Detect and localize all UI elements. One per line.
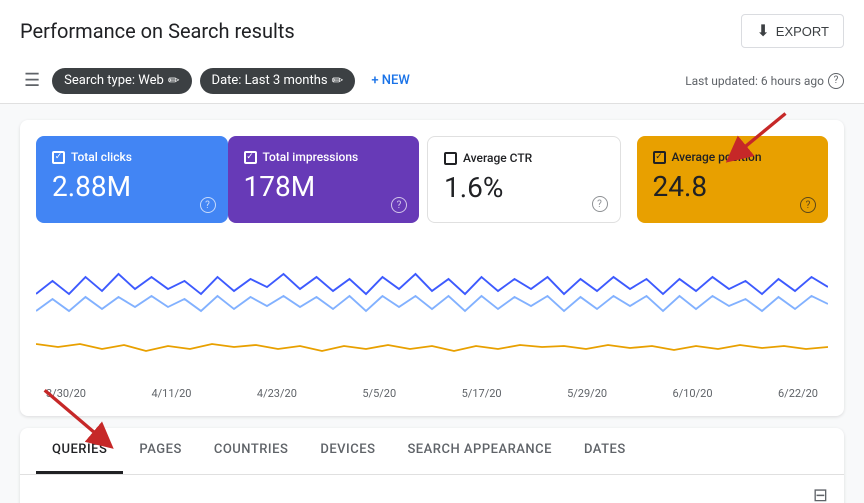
page-title: Performance on Search results: [20, 19, 295, 43]
impressions-help-icon[interactable]: ?: [391, 197, 407, 213]
x-label-3: 5/5/20: [362, 387, 396, 400]
performance-card: Total clicks 2.88M ? Total impressions 1…: [20, 120, 844, 416]
metric-tile-position[interactable]: Average position 24.8 ?: [637, 136, 829, 223]
clicks-label-row: Total clicks: [52, 150, 212, 164]
tabs-section: QUERIES PAGES COUNTRIES DEVICES SEARCH A…: [20, 428, 844, 503]
position-label-row: Average position: [653, 150, 813, 164]
ctr-value: 1.6%: [444, 171, 604, 204]
help-icon[interactable]: ?: [828, 73, 844, 89]
metric-tile-clicks[interactable]: Total clicks 2.88M ?: [36, 136, 228, 223]
metric-tile-impressions[interactable]: Total impressions 178M ?: [228, 136, 420, 223]
page-wrapper: Performance on Search results ⬇ EXPORT ☰…: [0, 0, 864, 503]
impressions-value: 178M: [244, 170, 404, 203]
impressions-label-row: Total impressions: [244, 150, 404, 164]
x-label-7: 6/22/20: [778, 387, 818, 400]
ctr-checkbox: [444, 152, 457, 165]
search-type-edit-icon: ✏: [168, 73, 180, 89]
new-label: + NEW: [371, 73, 409, 88]
tab-dates[interactable]: DATES: [568, 428, 642, 474]
toolbar-right: Last updated: 6 hours ago ?: [685, 73, 844, 89]
position-help-icon[interactable]: ?: [800, 197, 816, 213]
filter-rows-icon[interactable]: ⊟: [813, 485, 828, 503]
tabs-actions: ⊟: [20, 475, 844, 503]
export-button[interactable]: ⬇ EXPORT: [741, 14, 844, 48]
chart-svg: [36, 239, 828, 379]
clicks-value: 2.88M: [52, 170, 212, 203]
new-button[interactable]: + NEW: [363, 69, 417, 92]
main-content: Total clicks 2.88M ? Total impressions 1…: [0, 104, 864, 503]
ctr-help-icon[interactable]: ?: [592, 196, 608, 212]
x-label-5: 5/29/20: [567, 387, 607, 400]
tab-devices[interactable]: DEVICES: [304, 428, 391, 474]
position-label: Average position: [672, 150, 762, 164]
toolbar-left: ☰ Search type: Web ✏ Date: Last 3 months…: [20, 66, 418, 95]
page-header: Performance on Search results ⬇ EXPORT: [0, 0, 864, 58]
impressions-label: Total impressions: [263, 150, 359, 164]
x-label-6: 6/10/20: [673, 387, 713, 400]
tab-pages[interactable]: PAGES: [123, 428, 197, 474]
tab-queries[interactable]: QUERIES: [36, 428, 123, 474]
search-type-label: Search type: Web: [64, 73, 164, 88]
performance-chart: [36, 239, 828, 379]
date-chip[interactable]: Date: Last 3 months ✏: [200, 68, 356, 94]
clicks-checkbox: [52, 151, 65, 164]
metrics-row: Total clicks 2.88M ? Total impressions 1…: [36, 136, 828, 223]
impressions-checkbox: [244, 151, 257, 164]
clicks-label: Total clicks: [71, 150, 132, 164]
tabs-row: QUERIES PAGES COUNTRIES DEVICES SEARCH A…: [20, 428, 844, 475]
clicks-help-icon[interactable]: ?: [200, 197, 216, 213]
toolbar: ☰ Search type: Web ✏ Date: Last 3 months…: [0, 58, 864, 104]
metric-tile-ctr[interactable]: Average CTR 1.6% ?: [427, 136, 621, 223]
ctr-label-row: Average CTR: [444, 151, 604, 165]
x-axis-labels: 3/30/20 4/11/20 4/23/20 5/5/20 5/17/20 5…: [36, 387, 828, 400]
date-edit-icon: ✏: [332, 73, 344, 89]
x-label-0: 3/30/20: [46, 387, 86, 400]
position-value: 24.8: [653, 170, 813, 203]
search-type-chip[interactable]: Search type: Web ✏: [52, 68, 191, 94]
export-icon: ⬇: [756, 21, 769, 41]
tab-search-appearance[interactable]: SEARCH APPEARANCE: [391, 428, 568, 474]
x-label-4: 5/17/20: [462, 387, 502, 400]
export-label: EXPORT: [776, 24, 829, 39]
filter-icon[interactable]: ☰: [20, 66, 44, 95]
x-label-2: 4/23/20: [257, 387, 297, 400]
last-updated-text: Last updated: 6 hours ago: [685, 74, 824, 88]
tab-countries[interactable]: COUNTRIES: [198, 428, 305, 474]
x-label-1: 4/11/20: [151, 387, 191, 400]
position-checkbox: [653, 151, 666, 164]
date-label: Date: Last 3 months: [212, 73, 328, 88]
ctr-label: Average CTR: [463, 151, 532, 165]
